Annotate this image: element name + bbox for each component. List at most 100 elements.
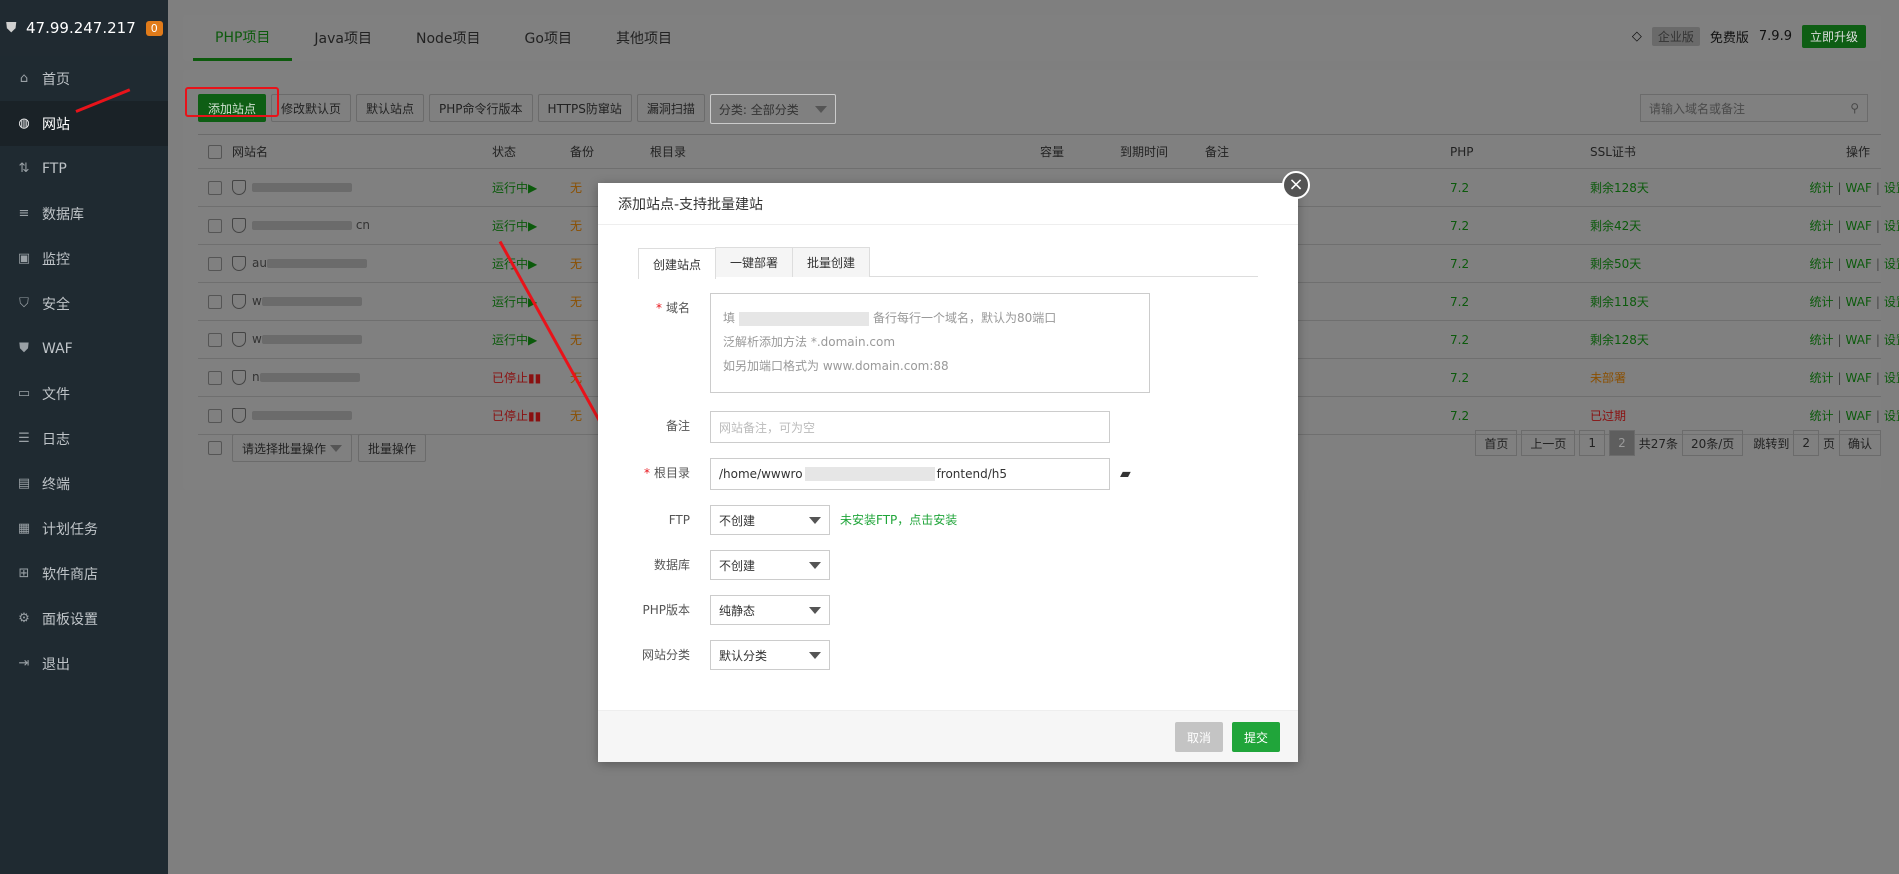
tab-one-click-deploy[interactable]: 一键部署 — [715, 247, 794, 277]
col-expire[interactable]: 到期时间 — [1120, 143, 1205, 160]
status-toggle[interactable]: 已停止▮▮ — [492, 407, 570, 424]
category-select-modal[interactable]: 默认分类 — [710, 640, 830, 670]
page-size-select[interactable]: 20条/页 — [1681, 430, 1744, 456]
settings-link[interactable]: 设置 — [1884, 371, 1899, 385]
tab-node[interactable]: Node项目 — [394, 15, 503, 61]
database-select[interactable]: 不创建 — [710, 550, 830, 580]
sidebar-item-4[interactable]: ▣ 监控 — [0, 236, 168, 281]
sidebar-item-13[interactable]: ⇥ 退出 — [0, 641, 168, 686]
site-name[interactable]: n — [232, 370, 492, 385]
status-toggle[interactable]: 已停止▮▮ — [492, 369, 570, 386]
sidebar-item-6[interactable]: ⛊ WAF — [0, 326, 168, 371]
tab-other[interactable]: 其他项目 — [594, 15, 694, 61]
submit-button[interactable]: 提交 — [1232, 722, 1281, 752]
remark-input[interactable]: 网站备注，可为空 — [710, 411, 1110, 443]
search-input[interactable]: 请输入域名或备注 ⚲ — [1640, 94, 1868, 122]
stats-link[interactable]: 统计 — [1809, 371, 1833, 385]
waf-link[interactable]: WAF — [1846, 295, 1872, 309]
sidebar-item-9[interactable]: ▤ 终端 — [0, 461, 168, 506]
page-1[interactable]: 1 — [1579, 430, 1606, 456]
batch-button[interactable]: 批量操作 — [358, 434, 427, 462]
col-name[interactable]: 网站名 — [232, 143, 492, 160]
sidebar-item-0[interactable]: ⌂ 首页 — [0, 56, 168, 101]
site-name[interactable] — [232, 408, 492, 423]
settings-link[interactable]: 设置 — [1884, 409, 1899, 423]
row-checkbox[interactable] — [208, 370, 222, 385]
folder-open-icon[interactable]: ▰ — [1120, 458, 1131, 490]
ssl-status[interactable]: 剩余118天 — [1590, 293, 1790, 310]
row-checkbox[interactable] — [208, 180, 222, 195]
sidebar-item-5[interactable]: ⛉ 安全 — [0, 281, 168, 326]
settings-link[interactable]: 设置 — [1884, 257, 1899, 271]
stats-link[interactable]: 统计 — [1809, 409, 1833, 423]
page-first[interactable]: 首页 — [1475, 430, 1518, 456]
sidebar-item-11[interactable]: ⊞ 软件商店 — [0, 551, 168, 596]
ssl-status[interactable]: 剩余42天 — [1590, 217, 1790, 234]
col-status[interactable]: 状态 — [492, 143, 570, 160]
cancel-button[interactable]: 取消 — [1175, 722, 1224, 752]
ftp-install-link[interactable]: 未安装FTP，点击安装 — [840, 505, 957, 535]
tab-php[interactable]: PHP项目 — [193, 15, 293, 61]
upgrade-button[interactable]: 立即升级 — [1801, 25, 1866, 48]
col-ssl[interactable]: SSL证书 — [1590, 143, 1790, 160]
stats-link[interactable]: 统计 — [1809, 295, 1833, 309]
stats-link[interactable]: 统计 — [1809, 333, 1833, 347]
ssl-status[interactable]: 剩余50天 — [1590, 255, 1790, 272]
stats-link[interactable]: 统计 — [1809, 181, 1833, 195]
page-prev[interactable]: 上一页 — [1521, 430, 1576, 456]
sidebar-item-2[interactable]: ⇅ FTP — [0, 146, 168, 191]
settings-link[interactable]: 设置 — [1884, 219, 1899, 233]
site-name[interactable]: au — [232, 256, 492, 271]
notification-badge[interactable]: 0 — [145, 20, 163, 36]
settings-link[interactable]: 设置 — [1884, 181, 1899, 195]
site-name[interactable]: w — [232, 332, 492, 347]
row-checkbox[interactable] — [208, 332, 222, 347]
ssl-status[interactable]: 剩余128天 — [1590, 331, 1790, 348]
waf-link[interactable]: WAF — [1846, 371, 1872, 385]
php-version-cell[interactable]: 7.2 — [1450, 295, 1590, 309]
status-toggle[interactable]: 运行中▶ — [492, 179, 570, 196]
ftp-select[interactable]: 不创建 — [710, 505, 830, 535]
waf-link[interactable]: WAF — [1846, 409, 1872, 423]
status-toggle[interactable]: 运行中▶ — [492, 255, 570, 272]
tab-batch-create[interactable]: 批量创建 — [792, 247, 871, 277]
row-checkbox[interactable] — [208, 256, 222, 271]
waf-link[interactable]: WAF — [1846, 257, 1872, 271]
row-checkbox[interactable] — [208, 408, 222, 423]
site-name[interactable]: cn — [232, 218, 492, 233]
ssl-status[interactable]: 未部署 — [1590, 369, 1790, 386]
domain-textarea[interactable]: 填备行每行一个域名，默认为80端口 泛解析添加方法 *.domain.com 如… — [710, 293, 1150, 393]
waf-link[interactable]: WAF — [1846, 219, 1872, 233]
status-toggle[interactable]: 运行中▶ — [492, 217, 570, 234]
waf-link[interactable]: WAF — [1846, 181, 1872, 195]
ssl-status[interactable]: 剩余128天 — [1590, 179, 1790, 196]
php-version-cell[interactable]: 7.2 — [1450, 333, 1590, 347]
vuln-scan-button[interactable]: 漏洞扫描 — [636, 94, 705, 122]
enterprise-badge[interactable]: 企业版 — [1651, 27, 1700, 46]
settings-link[interactable]: 设置 — [1884, 333, 1899, 347]
site-name[interactable] — [232, 180, 492, 195]
batch-select[interactable]: 请选择批量操作 — [232, 434, 352, 462]
php-version-cell[interactable]: 7.2 — [1450, 257, 1590, 271]
select-all-checkbox[interactable] — [208, 144, 222, 159]
php-version-select[interactable]: 纯静态 — [710, 595, 830, 625]
sidebar-item-8[interactable]: ☰ 日志 — [0, 416, 168, 461]
sidebar-item-10[interactable]: ▦ 计划任务 — [0, 506, 168, 551]
php-version-cell[interactable]: 7.2 — [1450, 371, 1590, 385]
close-icon[interactable]: × — [1282, 171, 1310, 199]
https-guard-button[interactable]: HTTPS防窜站 — [537, 94, 632, 122]
tab-go[interactable]: Go项目 — [503, 15, 594, 61]
php-version-cell[interactable]: 7.2 — [1450, 409, 1590, 423]
jump-confirm-button[interactable]: 确认 — [1838, 430, 1881, 456]
settings-link[interactable]: 设置 — [1884, 295, 1899, 309]
stats-link[interactable]: 统计 — [1809, 219, 1833, 233]
stats-link[interactable]: 统计 — [1809, 257, 1833, 271]
jump-input[interactable]: 2 — [1793, 430, 1819, 456]
footer-checkbox[interactable] — [208, 441, 222, 455]
sidebar-item-3[interactable]: ≡ 数据库 — [0, 191, 168, 236]
sidebar-item-12[interactable]: ⚙ 面板设置 — [0, 596, 168, 641]
default-site-button[interactable]: 默认站点 — [356, 94, 425, 122]
site-name[interactable]: w — [232, 294, 492, 309]
search-icon[interactable]: ⚲ — [1850, 101, 1859, 115]
php-version-cell[interactable]: 7.2 — [1450, 219, 1590, 233]
